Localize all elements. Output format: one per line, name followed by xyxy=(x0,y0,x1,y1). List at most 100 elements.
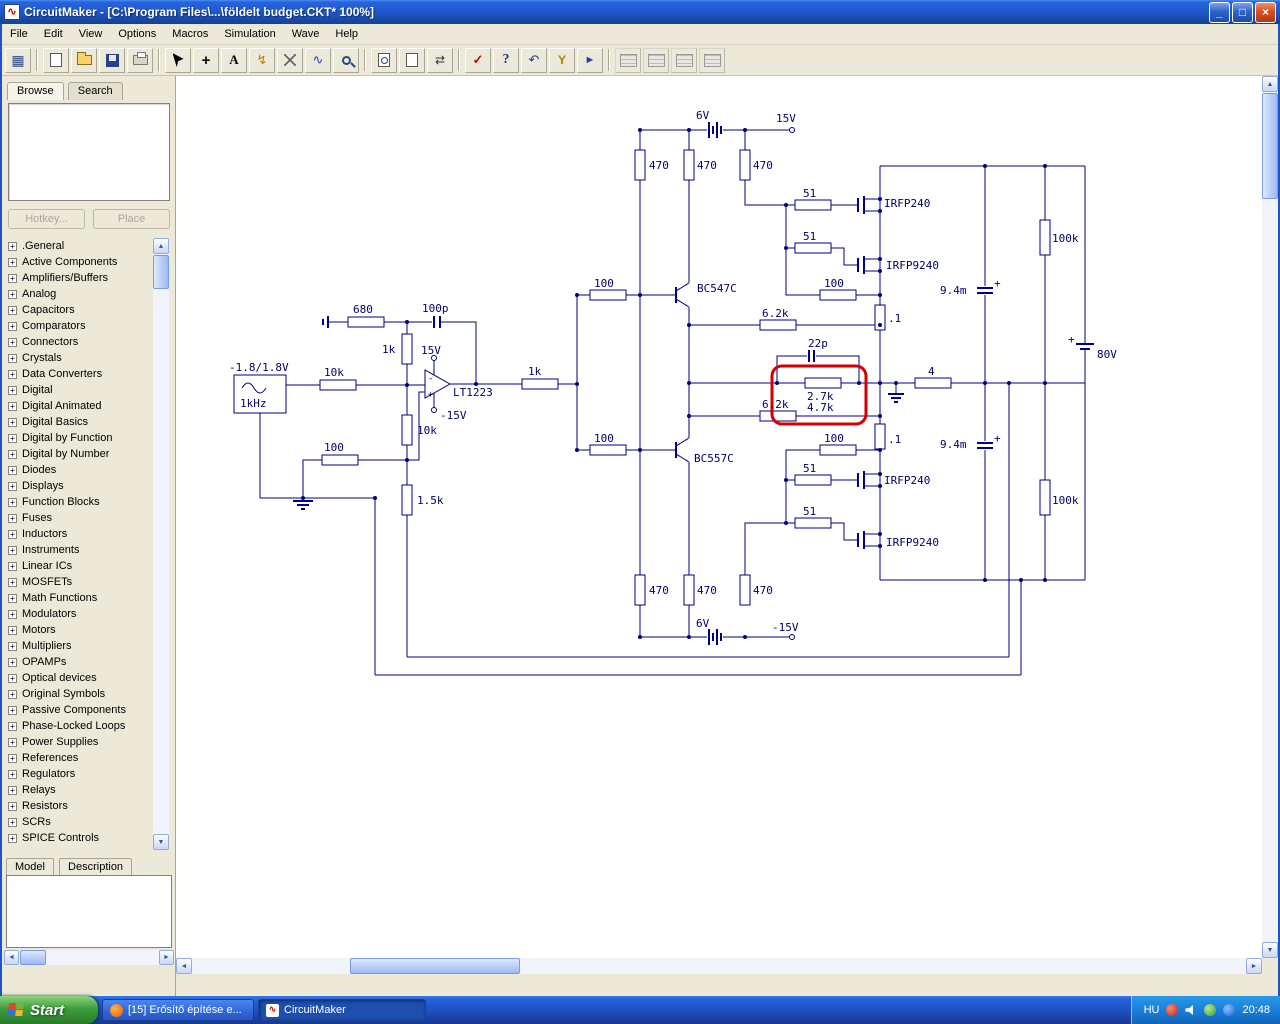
category-item[interactable]: + Digital Animated xyxy=(7,398,151,414)
component-labels[interactable]: 10k 680 100p 1k 15V -15V LT1223 10k 100 … xyxy=(324,109,1117,634)
menu-macros[interactable]: Macros xyxy=(164,25,216,43)
category-item[interactable]: + Linear ICs xyxy=(7,558,151,574)
canvas-vertical-scrollbar[interactable]: ▲ ▼ xyxy=(1262,76,1278,958)
supply-terminal[interactable] xyxy=(789,634,795,640)
status-tray-icon[interactable] xyxy=(1204,1004,1217,1016)
volume-icon[interactable] xyxy=(1185,1004,1193,1016)
expand-plus-icon[interactable]: + xyxy=(8,737,17,747)
language-indicator[interactable]: HU xyxy=(1144,1004,1160,1016)
taskbar-item-browser[interactable]: [15] Erősítő építése e... xyxy=(102,999,254,1021)
expand-plus-icon[interactable]: + xyxy=(8,481,17,491)
expand-plus-icon[interactable]: + xyxy=(8,513,17,523)
menu-help[interactable]: Help xyxy=(327,25,366,43)
category-item[interactable]: + Relays xyxy=(7,782,151,798)
category-item[interactable]: + Original Symbols xyxy=(7,686,151,702)
scroll-down-icon[interactable]: ▼ xyxy=(1262,942,1278,958)
expand-plus-icon[interactable]: + xyxy=(8,657,17,667)
category-item[interactable]: + Digital by Function xyxy=(7,430,151,446)
scroll-right-icon[interactable]: ► xyxy=(1246,958,1262,974)
menu-file[interactable]: File xyxy=(2,25,36,43)
probe-button[interactable]: Y xyxy=(549,47,575,73)
menu-edit[interactable]: Edit xyxy=(36,25,71,43)
category-item[interactable]: + Math Functions xyxy=(7,590,151,606)
category-item[interactable]: + Multipliers xyxy=(7,638,151,654)
erc-check-button[interactable]: ✓ xyxy=(465,47,491,73)
expand-plus-icon[interactable]: + xyxy=(8,705,17,715)
minimize-button[interactable]: _ xyxy=(1209,1,1230,23)
menu-view[interactable]: View xyxy=(71,25,111,43)
category-item[interactable]: + .General xyxy=(7,238,151,254)
category-item[interactable]: + References xyxy=(7,750,151,766)
expand-plus-icon[interactable]: + xyxy=(8,369,17,379)
scroll-left-icon[interactable]: ◄ xyxy=(176,958,192,974)
menu-wave[interactable]: Wave xyxy=(284,25,328,43)
category-item[interactable]: + Modulators xyxy=(7,606,151,622)
expand-plus-icon[interactable]: + xyxy=(8,769,17,779)
add-part-button[interactable]: + xyxy=(193,47,219,73)
alert-tray-icon[interactable] xyxy=(1166,1004,1179,1016)
expand-plus-icon[interactable]: + xyxy=(8,353,17,363)
expand-plus-icon[interactable]: + xyxy=(8,721,17,731)
category-item[interactable]: + MOSFETs xyxy=(7,574,151,590)
category-item[interactable]: + Digital xyxy=(7,382,151,398)
taskbar-item-circuitmaker[interactable]: ∿ CircuitMaker xyxy=(258,999,426,1021)
tab-description[interactable]: Description xyxy=(59,858,133,876)
expand-plus-icon[interactable]: + xyxy=(8,321,17,331)
expand-plus-icon[interactable]: + xyxy=(8,833,17,843)
save-button[interactable] xyxy=(99,47,125,73)
category-item[interactable]: + Digital Basics xyxy=(7,414,151,430)
scroll-down-icon[interactable]: ▼ xyxy=(153,834,169,850)
expand-plus-icon[interactable]: + xyxy=(8,641,17,651)
zoom-tool-button[interactable] xyxy=(333,47,359,73)
delete-tool-button[interactable] xyxy=(277,47,303,73)
rotate-button[interactable]: ↶ xyxy=(521,47,547,73)
category-item[interactable]: + Instruments xyxy=(7,542,151,558)
expand-plus-icon[interactable]: + xyxy=(8,241,17,251)
help-button[interactable]: ? xyxy=(493,47,519,73)
scroll-left-icon[interactable]: ◄ xyxy=(4,950,19,965)
browser-panel-button[interactable]: ▦ xyxy=(5,47,31,73)
category-item[interactable]: + Connectors xyxy=(7,334,151,350)
category-item[interactable]: + Function Blocks xyxy=(7,494,151,510)
expand-plus-icon[interactable]: + xyxy=(8,417,17,427)
category-item[interactable]: + Phase-Locked Loops xyxy=(7,718,151,734)
expand-plus-icon[interactable]: + xyxy=(8,785,17,795)
expand-plus-icon[interactable]: + xyxy=(8,273,17,283)
sheet-button[interactable] xyxy=(399,47,425,73)
expand-plus-icon[interactable]: + xyxy=(8,673,17,683)
expand-plus-icon[interactable]: + xyxy=(8,593,17,603)
scroll-up-icon[interactable]: ▲ xyxy=(1262,76,1278,92)
new-file-button[interactable] xyxy=(43,47,69,73)
print-button[interactable] xyxy=(127,47,153,73)
category-item[interactable]: + Motors xyxy=(7,622,151,638)
select-tool-button[interactable] xyxy=(165,47,191,73)
network-tray-icon[interactable] xyxy=(1223,1004,1236,1016)
expand-plus-icon[interactable]: + xyxy=(8,401,17,411)
category-item[interactable]: + Digital by Number xyxy=(7,446,151,462)
scrollbar-thumb[interactable] xyxy=(350,958,520,974)
category-item[interactable]: + OPAMPs xyxy=(7,654,151,670)
tab-browse[interactable]: Browse xyxy=(7,82,64,100)
category-item[interactable]: + Optical devices xyxy=(7,670,151,686)
category-item[interactable]: + Amplifiers/Buffers xyxy=(7,270,151,286)
panel-horizontal-scrollbar[interactable]: ◄ ► xyxy=(4,950,174,965)
split-view-button[interactable]: ⇄ xyxy=(427,47,453,73)
menu-options[interactable]: Options xyxy=(110,25,164,43)
category-list-scrollbar[interactable]: ▲ ▼ xyxy=(153,238,169,850)
menu-simulation[interactable]: Simulation xyxy=(216,25,283,43)
expand-plus-icon[interactable]: + xyxy=(8,465,17,475)
expand-plus-icon[interactable]: + xyxy=(8,257,17,267)
expand-plus-icon[interactable]: + xyxy=(8,689,17,699)
open-file-button[interactable] xyxy=(71,47,97,73)
maximize-button[interactable]: □ xyxy=(1232,1,1253,23)
expand-plus-icon[interactable]: + xyxy=(8,545,17,555)
expand-plus-icon[interactable]: + xyxy=(8,561,17,571)
canvas-horizontal-scrollbar[interactable]: ◄ ► xyxy=(176,958,1262,974)
wire-tool-button[interactable]: ↯ xyxy=(249,47,275,73)
category-item[interactable]: + Diodes xyxy=(7,462,151,478)
category-item[interactable]: + Comparators xyxy=(7,318,151,334)
scrollbar-thumb[interactable] xyxy=(20,950,46,965)
expand-plus-icon[interactable]: + xyxy=(8,305,17,315)
start-button[interactable]: Start xyxy=(0,996,98,1024)
tab-model[interactable]: Model xyxy=(6,858,54,876)
